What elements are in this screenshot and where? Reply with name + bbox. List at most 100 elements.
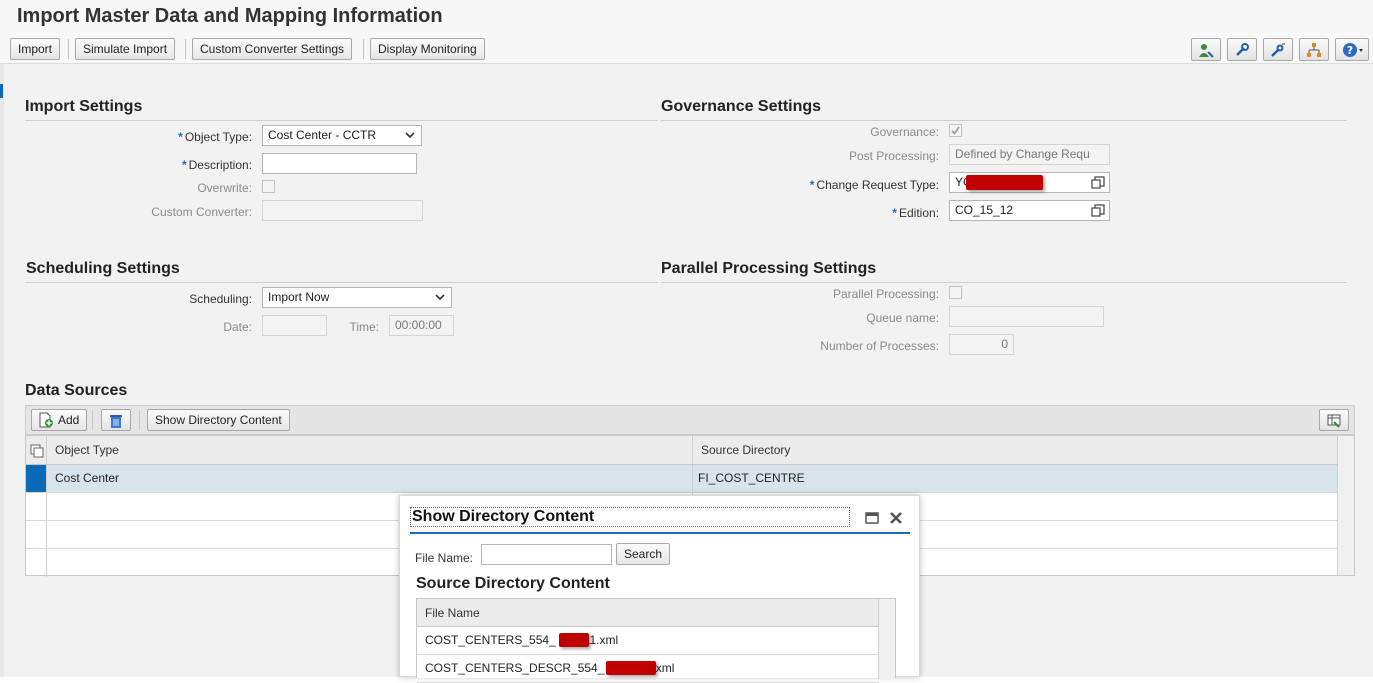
user-settings-icon (1199, 44, 1214, 58)
row-selector[interactable] (26, 521, 47, 548)
svg-text:?: ? (1347, 44, 1353, 57)
file-name-input[interactable] (481, 544, 612, 565)
table-settings-icon (1327, 414, 1341, 428)
overwrite-label: Overwrite: (197, 181, 252, 195)
table-header: Object Type Source Directory (26, 436, 1338, 465)
settings-button[interactable] (1227, 38, 1257, 61)
date-input[interactable] (262, 315, 327, 336)
redaction-mark (606, 661, 656, 675)
post-processing-label: Post Processing: (848, 149, 939, 163)
time-input[interactable]: 00:00:00 (389, 315, 454, 336)
toolbar-separator (363, 39, 364, 59)
chevron-down-icon (405, 132, 415, 139)
checkmark-icon (951, 126, 960, 135)
scheduling-label: Scheduling: (189, 292, 252, 306)
page-header: Import Master Data and Mapping Informati… (0, 0, 1373, 64)
wrench-icon (1236, 43, 1249, 56)
section-rule (661, 282, 1347, 283)
file-name-label: File Name: (415, 551, 474, 565)
parallel-processing-checkbox[interactable] (949, 286, 962, 299)
section-rule (25, 282, 658, 283)
trash-icon (110, 415, 122, 428)
simulate-import-button[interactable]: Simulate Import (75, 38, 176, 60)
dialog-table-scrollbar[interactable] (878, 599, 895, 679)
section-rule (661, 120, 1347, 121)
show-directory-content-dialog: Show Directory Content File Name: Search… (399, 495, 920, 683)
chevron-down-icon (435, 294, 445, 301)
add-button[interactable]: Add (31, 409, 88, 431)
custom-converter-label: Custom Converter: (151, 205, 252, 219)
value-help-icon[interactable] (1091, 176, 1105, 190)
wrench-pen-icon (1271, 43, 1285, 57)
cell-source-directory: FI_COST_CENTRE (698, 471, 805, 485)
scheduling-select[interactable]: Import Now (262, 287, 452, 308)
parallel-processing-settings-title: Parallel Processing Settings (661, 260, 877, 277)
list-item[interactable]: COST_CENTERS_554_ 11.xml (417, 627, 879, 655)
column-header-object-type[interactable]: Object Type (47, 436, 692, 464)
dialog-title: Show Directory Content (410, 507, 850, 527)
column-header-file-name[interactable]: File Name (417, 599, 879, 627)
redaction-mark (966, 175, 1043, 190)
number-of-processes-label: Number of Processes: (820, 339, 939, 353)
edition-input[interactable]: CO_15_12 (949, 200, 1110, 221)
queue-name-input[interactable] (949, 306, 1104, 327)
queue-name-label: Queue name: (866, 311, 939, 325)
help-button[interactable]: ? (1335, 38, 1369, 61)
value-help-icon[interactable] (1091, 204, 1105, 218)
row-selector[interactable] (26, 493, 47, 520)
source-directory-content-title: Source Directory Content (416, 575, 610, 592)
description-input[interactable] (262, 153, 417, 174)
edition-label: * Edition: (892, 206, 939, 220)
focus-marker (0, 84, 3, 98)
table-row[interactable]: Cost Center FI_COST_CENTRE (26, 465, 1338, 493)
add-document-icon (39, 412, 53, 428)
row-selector[interactable] (26, 465, 47, 492)
toolbar-separator (139, 410, 140, 430)
personalize-button[interactable] (1263, 38, 1293, 61)
directory-content-table: File Name COST_CENTERS_554_ 11.xml COST_C… (416, 598, 896, 683)
file-name-prefix: COST_CENTERS_554_ (425, 633, 556, 647)
import-settings-title: Import Settings (25, 98, 143, 115)
post-processing-input[interactable]: Defined by Change Requ (949, 144, 1110, 165)
governance-label: Governance: (870, 125, 939, 139)
page-title: Import Master Data and Mapping Informati… (17, 5, 443, 27)
toolbar-separator (185, 39, 186, 59)
description-label: * Description: (181, 158, 252, 172)
number-of-processes-input[interactable]: 0 (949, 334, 1014, 355)
maximize-icon[interactable] (865, 511, 879, 525)
table-scrollbar[interactable] (1337, 436, 1354, 575)
file-name-prefix: COST_CENTERS_DESCR_554_ (425, 661, 605, 675)
object-type-select[interactable]: Cost Center - CCTR (262, 125, 422, 146)
import-button[interactable]: Import (10, 38, 61, 60)
toolbar-separator (68, 39, 69, 59)
help-icon: ? (1343, 43, 1363, 57)
select-all-cell[interactable] (26, 436, 47, 464)
parallel-processing-label: Parallel Processing: (832, 287, 939, 301)
redaction-mark (559, 633, 589, 647)
delete-button[interactable] (101, 409, 131, 431)
data-sources-toolbar: Add Show Directory Content (25, 405, 1355, 435)
custom-converter-settings-button[interactable]: Custom Converter Settings (192, 38, 353, 60)
close-icon[interactable] (889, 511, 903, 525)
data-sources-title: Data Sources (25, 382, 128, 399)
column-header-source-directory[interactable]: Source Directory (693, 436, 1338, 464)
cell-object-type: Cost Center (55, 471, 120, 485)
scheduling-settings-title: Scheduling Settings (26, 260, 180, 277)
display-monitoring-button[interactable]: Display Monitoring (370, 38, 485, 60)
date-label: Date: (223, 320, 252, 334)
change-request-type-label: * Change Request Type: (809, 178, 939, 192)
select-all-icon (30, 444, 44, 458)
object-type-label: * Object Type: (178, 130, 252, 144)
hierarchy-button[interactable] (1299, 38, 1329, 61)
dialog-title-rule (410, 532, 910, 534)
governance-checkbox[interactable] (949, 124, 962, 137)
table-settings-button[interactable] (1319, 409, 1349, 431)
search-button[interactable]: Search (616, 543, 671, 565)
overwrite-checkbox[interactable] (262, 180, 275, 193)
governance-settings-title: Governance Settings (661, 98, 822, 115)
user-settings-button[interactable] (1191, 38, 1221, 61)
row-selector[interactable] (26, 549, 47, 577)
custom-converter-input[interactable] (262, 200, 423, 221)
show-directory-content-button[interactable]: Show Directory Content (147, 409, 290, 431)
time-label: Time: (349, 320, 379, 334)
